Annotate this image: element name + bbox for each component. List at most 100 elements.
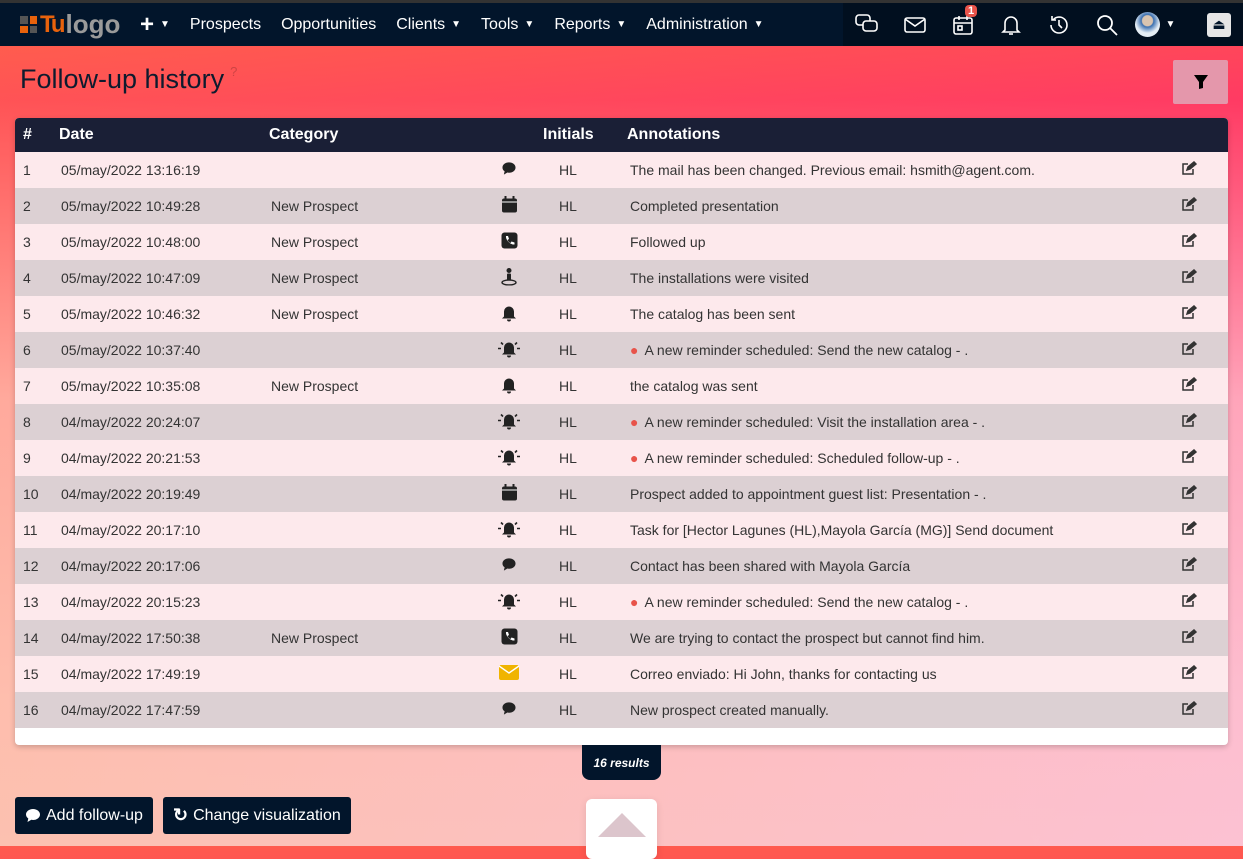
edit-icon[interactable] xyxy=(1181,268,1198,287)
nav-opportunities[interactable]: Opportunities xyxy=(281,16,376,34)
row-initials: HL xyxy=(559,666,577,682)
row-annotation: Completed presentation xyxy=(630,198,779,214)
row-date: 05/may/2022 10:47:09 xyxy=(61,270,201,286)
edit-icon[interactable] xyxy=(1181,340,1198,359)
row-initials: HL xyxy=(559,702,577,718)
table-row[interactable]: 12 04/may/2022 20:17:06 HL Contact has b… xyxy=(15,548,1228,584)
row-category: New Prospect xyxy=(271,234,359,250)
edit-icon[interactable] xyxy=(1181,160,1198,179)
row-number: 1 xyxy=(23,162,31,178)
chevron-down-icon: ▼ xyxy=(616,19,627,30)
edit-icon[interactable] xyxy=(1181,484,1198,503)
row-number: 4 xyxy=(23,270,31,286)
row-initials: HL xyxy=(559,630,577,646)
row-annotation: ● A new reminder scheduled: Scheduled fol… xyxy=(630,450,960,466)
nav-prospects[interactable]: Prospects xyxy=(190,16,261,34)
table-row[interactable]: 15 04/may/2022 17:49:19 HL Correo enviad… xyxy=(15,656,1228,692)
row-initials: HL xyxy=(559,162,577,178)
col-header[interactable]: # xyxy=(23,126,32,144)
row-date: 04/may/2022 20:15:23 xyxy=(61,594,201,610)
row-date: 05/may/2022 13:16:19 xyxy=(61,162,201,178)
table-row[interactable]: 13 04/may/2022 20:15:23 HL ● A new remind… xyxy=(15,584,1228,620)
edit-icon[interactable] xyxy=(1181,556,1198,575)
edit-icon[interactable] xyxy=(1181,664,1198,683)
edit-icon[interactable] xyxy=(1181,196,1198,215)
table-row[interactable]: 4 05/may/2022 10:47:09 New Prospect HL T… xyxy=(15,260,1228,296)
alarm-icon xyxy=(494,591,524,614)
history-icon[interactable] xyxy=(1035,14,1083,36)
bell-icon xyxy=(494,376,524,397)
add-follow-up-button[interactable]: Add follow-up xyxy=(15,797,153,834)
row-annotation: Prospect added to appointment guest list… xyxy=(630,486,987,502)
table-row[interactable]: 5 05/may/2022 10:46:32 New Prospect HL T… xyxy=(15,296,1228,332)
table-row[interactable]: 11 04/may/2022 20:17:10 HL Task for [Hec… xyxy=(15,512,1228,548)
filter-button[interactable] xyxy=(1173,60,1228,104)
nav-tools[interactable]: Tools ▼ xyxy=(481,16,534,34)
row-annotation: New prospect created manually. xyxy=(630,702,829,718)
nav-administration[interactable]: Administration ▼ xyxy=(646,16,763,34)
nav-reports[interactable]: Reports ▼ xyxy=(554,16,626,34)
row-initials: HL xyxy=(559,342,577,358)
scroll-to-top-button[interactable] xyxy=(586,799,657,859)
table-row[interactable]: 2 05/may/2022 10:49:28 New Prospect HL C… xyxy=(15,188,1228,224)
calendar-icon xyxy=(494,196,524,217)
filter-icon xyxy=(1193,75,1208,89)
mail-icon[interactable] xyxy=(891,16,939,33)
change-visualization-button[interactable]: ↻ Change visualization xyxy=(163,797,351,834)
visit-icon xyxy=(494,268,524,289)
table-row[interactable]: 1 05/may/2022 13:16:19 HL The mail has b… xyxy=(15,152,1228,188)
row-initials: HL xyxy=(559,306,577,322)
edit-icon[interactable] xyxy=(1181,592,1198,611)
row-number: 8 xyxy=(23,414,31,430)
edit-icon[interactable] xyxy=(1181,520,1198,539)
table-row[interactable]: 8 04/may/2022 20:24:07 HL ● A new reminde… xyxy=(15,404,1228,440)
col-header[interactable]: Initials xyxy=(543,126,594,144)
row-initials: HL xyxy=(559,270,577,286)
nav-clients[interactable]: Clients ▼ xyxy=(396,16,461,34)
row-category: New Prospect xyxy=(271,270,359,286)
bell-icon xyxy=(494,304,524,325)
edit-icon[interactable] xyxy=(1181,412,1198,431)
col-header[interactable]: Category xyxy=(269,126,338,144)
chat-icon[interactable] xyxy=(843,13,891,36)
user-menu[interactable]: ▼ xyxy=(1131,12,1179,37)
add-menu[interactable]: + ▼ xyxy=(140,11,170,39)
row-category: New Prospect xyxy=(271,630,359,646)
row-date: 05/may/2022 10:49:28 xyxy=(61,198,201,214)
edit-icon[interactable] xyxy=(1181,700,1198,719)
table-row[interactable]: 16 04/may/2022 17:47:59 HL New prospect … xyxy=(15,692,1228,728)
table-row[interactable]: 10 04/may/2022 20:19:49 HL Prospect adde… xyxy=(15,476,1228,512)
alarm-icon xyxy=(494,411,524,434)
bell-icon[interactable] xyxy=(987,14,1035,36)
row-annotation: ● A new reminder scheduled: Send the new … xyxy=(630,342,969,358)
logo[interactable]: Tu logo xyxy=(20,9,140,40)
table-row[interactable]: 6 05/may/2022 10:37:40 HL ● A new reminde… xyxy=(15,332,1228,368)
edit-icon[interactable] xyxy=(1181,628,1198,647)
table-row[interactable]: 3 05/may/2022 10:48:00 New Prospect HL F… xyxy=(15,224,1228,260)
help-icon[interactable]: ? xyxy=(230,64,237,79)
refresh-icon: ↻ xyxy=(173,805,189,825)
row-date: 04/may/2022 20:24:07 xyxy=(61,414,201,430)
results-count: 16 results xyxy=(582,745,661,780)
edit-icon[interactable] xyxy=(1181,304,1198,323)
comment-icon xyxy=(26,809,40,822)
row-number: 13 xyxy=(23,594,39,610)
row-annotation: We are trying to contact the prospect bu… xyxy=(630,630,985,646)
row-initials: HL xyxy=(559,234,577,250)
mail-icon xyxy=(494,665,524,683)
col-header[interactable]: Annotations xyxy=(627,126,720,144)
collapse-nav-button[interactable]: ⏏ xyxy=(1207,12,1231,37)
row-annotation: The mail has been changed. Previous emai… xyxy=(630,162,1035,178)
alarm-icon xyxy=(494,339,524,362)
edit-icon[interactable] xyxy=(1181,448,1198,467)
calendar-icon[interactable]: 1 xyxy=(939,4,987,35)
col-header[interactable]: Date xyxy=(59,126,94,144)
table-row[interactable]: 7 05/may/2022 10:35:08 New Prospect HL t… xyxy=(15,368,1228,404)
table-row[interactable]: 9 04/may/2022 20:21:53 HL ● A new reminde… xyxy=(15,440,1228,476)
table-row[interactable]: 14 04/may/2022 17:50:38 New Prospect HL … xyxy=(15,620,1228,656)
edit-icon[interactable] xyxy=(1181,376,1198,395)
edit-icon[interactable] xyxy=(1181,232,1198,251)
row-number: 5 xyxy=(23,306,31,322)
row-annotation: The catalog has been sent xyxy=(630,306,796,322)
search-icon[interactable] xyxy=(1083,14,1131,36)
